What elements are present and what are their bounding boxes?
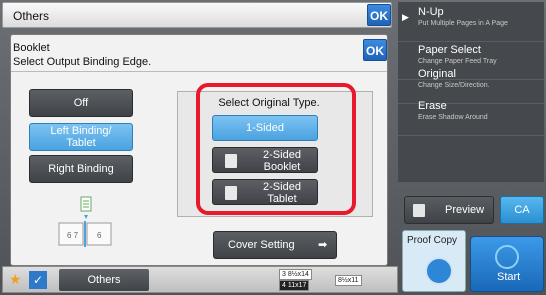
divider [11, 71, 387, 72]
others-title: Others [13, 9, 50, 23]
preview-button[interactable]: Preview [404, 196, 494, 224]
dialog-ok-button[interactable]: OK [363, 39, 387, 61]
start-icon [495, 245, 519, 269]
arrow-right-icon: ➡ [318, 239, 328, 251]
binding-left-label: Left Binding/ [50, 125, 112, 137]
bottom-bar: ★ ✓ Others 3 8½x14 4 11x17 8½x11 [2, 266, 398, 293]
binding-left-tablet-button[interactable]: Left Binding/ Tablet [29, 123, 133, 151]
others-header: Others [2, 2, 392, 28]
proof-copy-icon [425, 257, 453, 285]
proof-copy-button[interactable]: Proof Copy [402, 230, 466, 292]
function-title: Paper Select [418, 44, 481, 56]
paper-tray-3[interactable]: 3 8½x14 [279, 269, 312, 280]
binding-right-button[interactable]: Right Binding [29, 155, 133, 183]
paper-tray-4[interactable]: 4 11x17 [279, 280, 310, 291]
booklet-illustration-icon: 6 7 6 [58, 196, 112, 247]
cover-setting-label: Cover Setting [228, 239, 295, 251]
function-item-n-up[interactable]: ▶ N-Up Put Multiple Pages in A Page [398, 2, 544, 42]
function-item-erase[interactable]: Erase Erase Shadow Around [398, 96, 544, 136]
binding-off-button[interactable]: Off [29, 89, 133, 117]
preview-icon [413, 204, 425, 217]
svg-text:6 7: 6 7 [67, 231, 79, 240]
function-title: Erase [418, 100, 447, 112]
proof-copy-label: Proof Copy [407, 235, 458, 246]
top-ok-button[interactable]: OK [367, 4, 391, 26]
favorite-star-icon[interactable]: ★ [9, 271, 22, 288]
function-title: N-Up [418, 6, 444, 18]
start-button[interactable]: Start [470, 236, 544, 292]
svg-text:6: 6 [97, 231, 102, 240]
function-subtitle: Change Size/Direction. [418, 82, 490, 89]
highlight-frame [196, 83, 356, 215]
start-label: Start [497, 271, 521, 283]
dialog-title: Booklet Select Output Binding Edge. [13, 41, 151, 69]
dialog-title-line1: Booklet [13, 42, 50, 54]
function-subtitle: Put Multiple Pages in A Page [418, 20, 508, 27]
cover-setting-button[interactable]: Cover Setting ➡ [213, 231, 337, 259]
clear-all-button[interactable]: CA [500, 196, 544, 224]
function-subtitle: Erase Shadow Around [418, 114, 488, 121]
binding-left-label2: Tablet [66, 137, 96, 149]
checkmark-icon[interactable]: ✓ [29, 271, 47, 289]
right-function-list: ▶ N-Up Put Multiple Pages in A Page Pape… [398, 2, 544, 182]
function-title: Original [418, 68, 456, 80]
preview-label: Preview [445, 204, 485, 216]
bottom-others-button[interactable]: Others [59, 269, 149, 291]
dialog-title-line2: Select Output Binding Edge. [13, 56, 152, 68]
booklet-dialog: Booklet Select Output Binding Edge. OK O… [10, 34, 388, 266]
play-icon: ▶ [402, 12, 409, 22]
paper-tray-bypass[interactable]: 8½x11 [335, 275, 362, 286]
